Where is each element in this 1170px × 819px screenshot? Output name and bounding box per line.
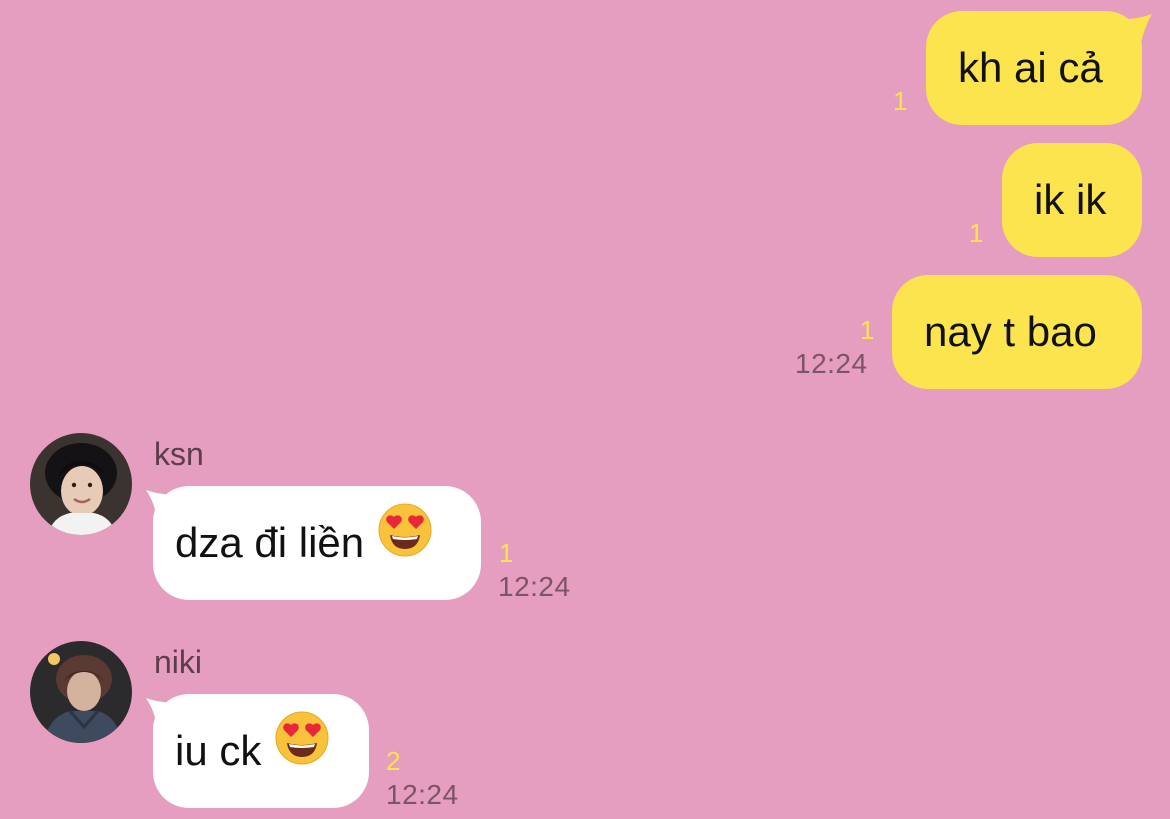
avatar-niki[interactable] [30,641,132,743]
message-text: dza đi liền [175,519,365,566]
message-bubble[interactable]: nay t bao [892,275,1142,389]
unread-count: 1 [499,538,514,568]
message-text: ik ik [1034,176,1107,223]
unread-count: 1 [860,315,875,345]
sender-name: niki [154,644,203,680]
profile-photo-icon [30,641,132,743]
avatar-ksn[interactable] [30,433,132,535]
message-timestamp: 12:24 [386,779,459,810]
heart-eyes-emoji-icon [275,694,329,808]
message-text: kh ai cả [958,44,1103,91]
heart-eyes-emoji-icon [378,486,432,600]
message-bubble[interactable]: ik ik [1002,143,1142,257]
message-bubble[interactable]: kh ai cả [926,11,1142,125]
sender-name: ksn [154,436,204,472]
message-bubble[interactable]: iu ck [153,694,369,808]
unread-count: 1 [893,86,908,116]
message-timestamp: 12:24 [498,571,571,602]
message-timestamp: 12:24 [795,348,868,379]
message-text: iu ck [175,727,262,774]
unread-count: 1 [969,218,984,248]
profile-photo-icon [30,433,132,535]
message-text: nay t bao [924,308,1097,355]
unread-count: 2 [386,746,401,776]
message-bubble[interactable]: dza đi liền [153,486,481,600]
